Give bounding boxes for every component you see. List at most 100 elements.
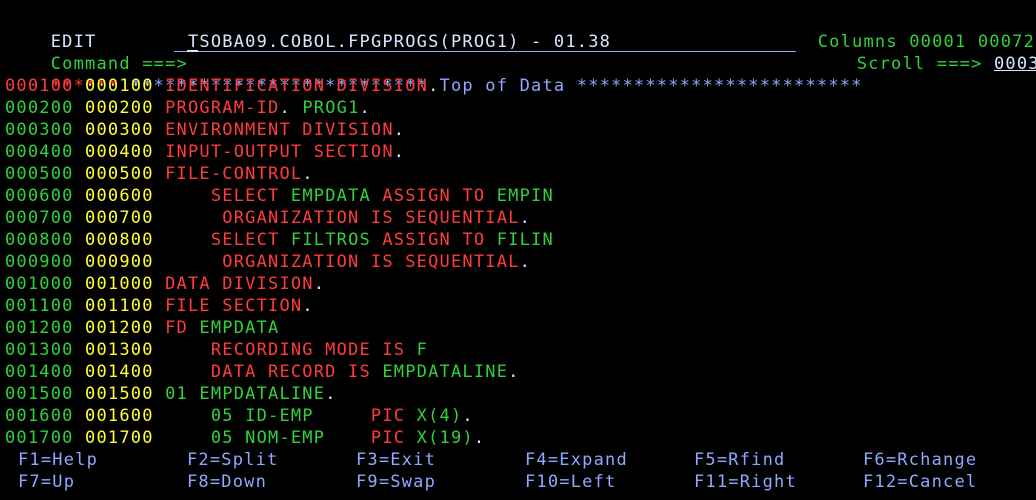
- code-token: .: [462, 406, 474, 426]
- code-token: .: [428, 76, 440, 96]
- code-token: DATA RECORD IS: [165, 362, 383, 382]
- line-number-field[interactable]: 001100: [5, 296, 74, 316]
- sequence-number: 001000: [85, 274, 154, 294]
- line-number-field[interactable]: 001700: [5, 428, 74, 448]
- sequence-number: 000100: [85, 76, 154, 96]
- code-token: EMPDATA: [290, 186, 383, 206]
- source-line[interactable]: 000300 000300 ENVIRONMENT DIVISION.: [5, 119, 405, 141]
- line-number-field[interactable]: 000900: [5, 252, 74, 272]
- command-row: Command ===>: [5, 31, 188, 74]
- code-token: DATA DIVISION: [165, 274, 314, 294]
- code-token: 01 EMPDATALINE: [165, 384, 326, 404]
- function-key-f11[interactable]: F11=Right: [694, 471, 797, 493]
- sequence-number: 000700: [85, 208, 154, 228]
- line-number-field[interactable]: 000300: [5, 120, 74, 140]
- source-line[interactable]: 001200 001200 FD EMPDATA: [5, 317, 279, 339]
- code-token: FD: [165, 318, 200, 338]
- command-field[interactable]: [174, 32, 796, 52]
- ispf-edit-screen: EDIT TSOBA09.COBOL.FPGPROGS(PROG1) - 01.…: [0, 0, 1036, 500]
- function-key-f2[interactable]: F2=Split: [187, 449, 278, 471]
- line-number-field[interactable]: 001400: [5, 362, 74, 382]
- line-number-field[interactable]: 000100: [5, 76, 74, 96]
- code-token: ORGANIZATION IS SEQUENTIAL: [165, 208, 520, 228]
- line-number-field[interactable]: 001000: [5, 274, 74, 294]
- line-number-field[interactable]: 001500: [5, 384, 74, 404]
- scroll-label: Scroll ===>: [856, 54, 983, 74]
- line-number-field[interactable]: 000700: [5, 208, 74, 228]
- code-token: .: [313, 274, 326, 294]
- code-token: ENVIRONMENT DIVISION: [165, 120, 394, 140]
- command-input[interactable]: [174, 32, 796, 52]
- code-token: .: [519, 252, 532, 272]
- source-line[interactable]: 000200 000200 PROGRAM-ID. PROG1.: [5, 97, 371, 119]
- code-token: .: [519, 208, 532, 228]
- code-token: .: [302, 164, 314, 184]
- line-number-field[interactable]: 000600: [5, 186, 74, 206]
- function-key-f12[interactable]: F12=Cancel: [863, 471, 977, 493]
- sequence-number: 001600: [85, 406, 154, 426]
- sequence-number: 000900: [85, 252, 154, 272]
- source-line[interactable]: 000700 000700 ORGANIZATION IS SEQUENTIAL…: [5, 207, 531, 229]
- function-key-f9[interactable]: F9=Swap: [356, 471, 436, 493]
- sequence-number: 000600: [85, 186, 154, 206]
- source-line[interactable]: 001300 001300 RECORDING MODE IS F: [5, 339, 428, 361]
- code-token: .: [279, 98, 303, 118]
- source-line[interactable]: 001500 001500 01 EMPDATALINE.: [5, 383, 337, 405]
- scroll-amount-field[interactable]: 0003: [994, 54, 1036, 74]
- columns-indicator: Columns 00001 00072: [772, 9, 1035, 52]
- code-token: X(19): [416, 428, 474, 448]
- source-line[interactable]: 001000 001000 DATA DIVISION.: [5, 273, 325, 295]
- function-key-f3[interactable]: F3=Exit: [356, 449, 436, 471]
- code-token: FILIN: [496, 230, 554, 250]
- code-token: FILE SECTION: [165, 296, 303, 316]
- code-token: ORGANIZATION IS SEQUENTIAL: [165, 252, 520, 272]
- code-token: .: [508, 362, 520, 382]
- source-line[interactable]: 000800 000800 SELECT FILTROS ASSIGN TO F…: [5, 229, 554, 251]
- code-token: FILTROS: [290, 230, 383, 250]
- function-key-f7[interactable]: F7=Up: [18, 471, 75, 493]
- code-token: .: [325, 384, 337, 404]
- function-key-f5[interactable]: F5=Rfind: [694, 449, 785, 471]
- code-token: ASSIGN TO: [382, 186, 497, 206]
- sequence-number: 001300: [85, 340, 154, 360]
- code-token: 05 ID-EMP: [165, 406, 371, 426]
- source-line[interactable]: 001100 001100 FILE SECTION.: [5, 295, 314, 317]
- source-line[interactable]: 000400 000400 INPUT-OUTPUT SECTION.: [5, 141, 405, 163]
- line-number-field[interactable]: 000200: [5, 98, 74, 118]
- code-token: .: [359, 98, 371, 118]
- line-number-field[interactable]: 001200: [5, 318, 74, 338]
- sequence-number: 000500: [85, 164, 154, 184]
- code-token: .: [393, 120, 406, 140]
- line-number-field[interactable]: 001300: [5, 340, 74, 360]
- source-line[interactable]: 001400 001400 DATA RECORD IS EMPDATALINE…: [5, 361, 520, 383]
- line-number-field[interactable]: 000800: [5, 230, 74, 250]
- scroll-area: Scroll ===> 0003: [811, 31, 1036, 74]
- code-token: RECORDING MODE IS: [165, 340, 417, 360]
- function-key-row: F7=Up F8=Down F9=Swap F10=Left F11=Right F12=…: [18, 471, 1028, 493]
- sequence-number: 001400: [85, 362, 154, 382]
- function-key-f6[interactable]: F6=Rchange: [863, 449, 977, 471]
- function-key-f1[interactable]: F1=Help: [18, 449, 98, 471]
- text-cursor: [187, 50, 198, 52]
- sequence-number: 001200: [85, 318, 154, 338]
- source-line[interactable]: 000100 000100 IDENTIFICATION DIVISION.: [5, 75, 440, 97]
- function-key-f4[interactable]: F4=Expand: [525, 449, 628, 471]
- source-line[interactable]: 001700 001700 05 NOM-EMP PIC X(19).: [5, 427, 485, 449]
- line-number-field[interactable]: 000400: [5, 142, 74, 162]
- function-key-f10[interactable]: F10=Left: [525, 471, 616, 493]
- code-token: SELECT: [165, 230, 291, 250]
- code-token: IDENTIFICATION DIVISION: [165, 76, 429, 96]
- line-number-field[interactable]: 001600: [5, 406, 74, 426]
- source-line[interactable]: 000500 000500 FILE-CONTROL.: [5, 163, 314, 185]
- code-token: EMPDATALINE: [382, 362, 509, 382]
- sequence-number: 001500: [85, 384, 154, 404]
- source-line[interactable]: 000900 000900 ORGANIZATION IS SEQUENTIAL…: [5, 251, 531, 273]
- source-line[interactable]: 001600 001600 05 ID-EMP PIC X(4).: [5, 405, 474, 427]
- code-token: SELECT: [165, 186, 291, 206]
- code-token: PIC: [370, 428, 417, 448]
- source-line[interactable]: 000600 000600 SELECT EMPDATA ASSIGN TO E…: [5, 185, 554, 207]
- sequence-number: 000800: [85, 230, 154, 250]
- code-token: 05 NOM-EMP: [165, 428, 371, 448]
- function-key-f8[interactable]: F8=Down: [187, 471, 267, 493]
- line-number-field[interactable]: 000500: [5, 164, 74, 184]
